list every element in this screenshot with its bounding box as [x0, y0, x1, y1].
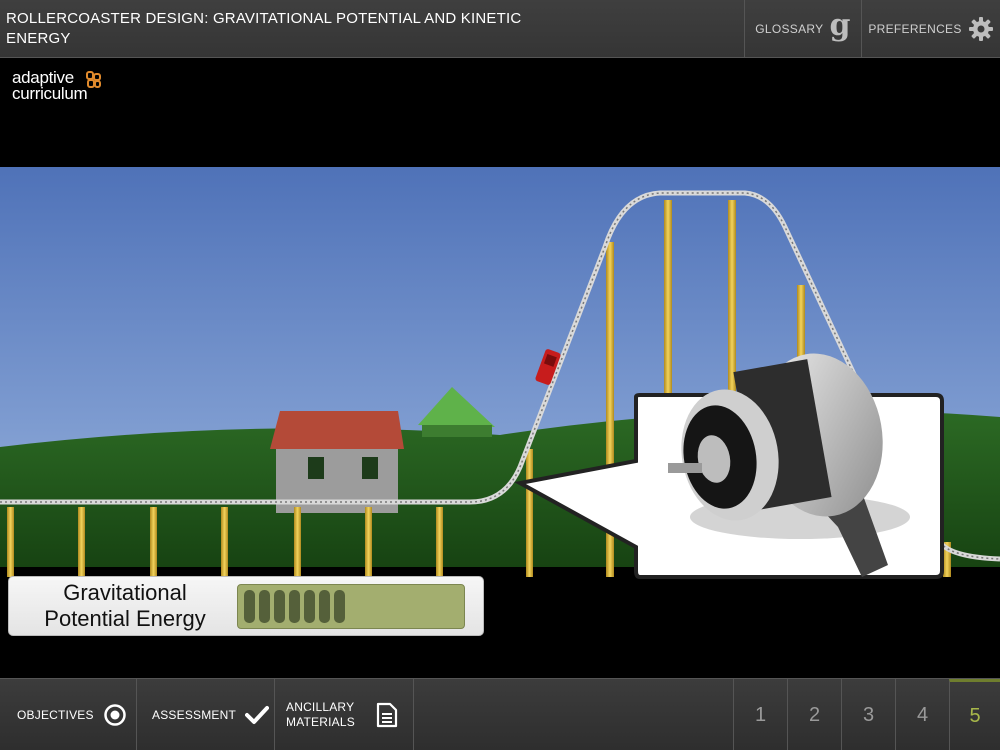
energy-level-bar: [237, 584, 465, 629]
glossary-button[interactable]: GLOSSARY g: [744, 0, 861, 58]
checkmark-icon: [245, 706, 270, 724]
page-5-button[interactable]: 5: [949, 679, 1000, 750]
house-roof: [270, 411, 404, 449]
preferences-button[interactable]: PREFERENCES: [861, 0, 1000, 58]
gear-icon: [968, 17, 993, 41]
energy-level-tick: [289, 590, 300, 623]
glossary-label: GLOSSARY: [755, 22, 824, 36]
target-icon: [103, 704, 126, 726]
preferences-label: PREFERENCES: [868, 22, 962, 36]
energy-meter-label: Gravitational Potential Energy: [15, 580, 235, 632]
ancillary-materials-button[interactable]: ANCILLARY MATERIALS: [275, 679, 414, 750]
top-bar: ROLLERCOASTER DESIGN: GRAVITATIONAL POTE…: [0, 0, 1000, 58]
gravitational-potential-energy-meter: Gravitational Potential Energy: [8, 576, 484, 636]
glossary-g-icon: g: [829, 8, 851, 43]
ancillary-materials-label: ANCILLARY MATERIALS: [286, 700, 355, 729]
tent-base: [422, 425, 492, 437]
page-3-button[interactable]: 3: [841, 679, 895, 750]
energy-level-tick: [334, 590, 345, 623]
energy-level-tick: [244, 590, 255, 623]
adaptive-curriculum-logo: adaptive curriculum: [12, 69, 88, 103]
logo-mark-icon: [86, 71, 101, 88]
objectives-label: OBJECTIVES: [17, 708, 94, 722]
bottom-bar: OBJECTIVES ASSESSMENT ANCILLARY MATERIAL…: [0, 678, 1000, 750]
page-4-button[interactable]: 4: [895, 679, 949, 750]
energy-meter-label-line-2: Potential Energy: [44, 606, 206, 631]
page-1-button[interactable]: 1: [733, 679, 787, 750]
energy-level-tick: [274, 590, 285, 623]
energy-level-tick: [304, 590, 315, 623]
energy-level-tick: [259, 590, 270, 623]
objectives-button[interactable]: OBJECTIVES: [0, 679, 137, 750]
assessment-button[interactable]: ASSESSMENT: [137, 679, 275, 750]
house-window: [308, 457, 324, 479]
logo-line-2: curriculum: [12, 84, 88, 103]
energy-level-tick: [319, 590, 330, 623]
energy-level-ticks: [244, 590, 345, 623]
assessment-label: ASSESSMENT: [152, 708, 237, 722]
page-title: ROLLERCOASTER DESIGN: GRAVITATIONAL POTE…: [6, 10, 522, 47]
document-icon: [376, 702, 398, 728]
page-2-button[interactable]: 2: [787, 679, 841, 750]
house-window: [362, 457, 378, 479]
energy-meter-label-line-1: Gravitational: [63, 580, 187, 605]
